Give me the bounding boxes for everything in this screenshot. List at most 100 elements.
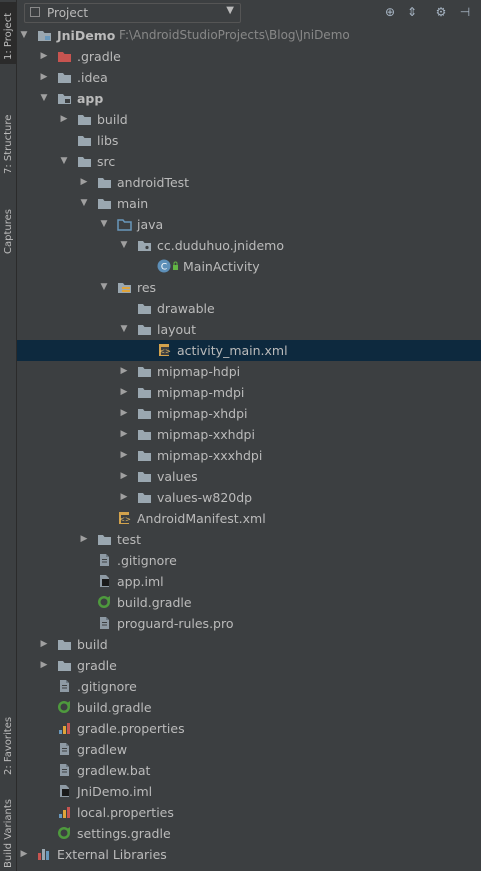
tree-item-label: mipmap-xxxhdpi [157, 448, 263, 463]
tree-row[interactable]: drawable [17, 298, 481, 319]
tree-row[interactable]: ▶ mipmap-xxxhdpi [17, 445, 481, 466]
tree-item-label: test [117, 532, 142, 547]
tree-row[interactable]: proguard-rules.pro [17, 613, 481, 634]
tab-build-variants[interactable]: Build Variants [0, 799, 16, 870]
tree-row[interactable]: libs [17, 130, 481, 151]
view-selector[interactable]: Project ▼ [24, 3, 241, 23]
tab-favorites[interactable]: 2: Favorites [0, 705, 16, 777]
tree-row[interactable]: ▼ main [17, 193, 481, 214]
folder-icon [57, 637, 72, 651]
tree-row[interactable]: ▼ src [17, 151, 481, 172]
tree-row[interactable]: <> activity_main.xml [17, 340, 481, 361]
collapse-arrow-icon[interactable]: ▶ [119, 487, 129, 508]
collapse-arrow-icon[interactable]: ▶ [119, 361, 129, 382]
tree-row[interactable]: .gitignore [17, 676, 481, 697]
collapse-arrow-icon[interactable]: ▶ [119, 424, 129, 445]
tree-row[interactable]: ▶ External Libraries [17, 844, 481, 865]
view-selector-label: Project [47, 6, 89, 20]
class-icon: C [157, 259, 178, 273]
expand-arrow-icon[interactable]: ▼ [79, 193, 89, 214]
tree-row[interactable]: build.gradle [17, 592, 481, 613]
tab-structure[interactable]: 7: Structure [0, 100, 16, 176]
tree-row[interactable]: build.gradle [17, 697, 481, 718]
tree-row[interactable]: ▶ mipmap-mdpi [17, 382, 481, 403]
tab-build-variants-label: Build Variants [3, 799, 14, 868]
tree-row[interactable]: ▶ values-w820dp [17, 487, 481, 508]
tree-row[interactable]: <> AndroidManifest.xml [17, 508, 481, 529]
iml-file-icon [97, 574, 112, 588]
tree-row[interactable]: gradle.properties [17, 718, 481, 739]
locate-icon[interactable]: ⊕ [382, 4, 398, 20]
settings-icon[interactable]: ⚙ [433, 4, 449, 20]
tab-captures[interactable]: Captures [0, 196, 16, 258]
tree-item-label: drawable [157, 301, 215, 316]
iml-file-icon [57, 784, 72, 798]
tree-row[interactable]: C MainActivity [17, 256, 481, 277]
collapse-arrow-icon[interactable]: ▶ [79, 529, 89, 550]
tree-row[interactable]: gradlew.bat [17, 760, 481, 781]
collapse-arrow-icon[interactable]: ▶ [119, 466, 129, 487]
tool-window-strip: 1: Project 7: Structure Captures 2: Favo… [0, 0, 17, 871]
text-file-icon [57, 679, 72, 693]
tree-row[interactable]: ▶ mipmap-xxhdpi [17, 424, 481, 445]
package-icon [137, 238, 152, 252]
collapse-arrow-icon[interactable]: ▶ [79, 172, 89, 193]
collapse-arrow-icon[interactable]: ▶ [39, 67, 49, 88]
collapse-arrow-icon[interactable]: ▶ [19, 844, 29, 865]
tree-row[interactable]: ▶ .gradle [17, 46, 481, 67]
tree-row[interactable]: ▼ java [17, 214, 481, 235]
expand-arrow-icon[interactable]: ▼ [39, 88, 49, 109]
properties-file-icon [57, 805, 72, 819]
expand-arrow-icon[interactable]: ▼ [99, 277, 109, 298]
tree-row[interactable]: ▶ build [17, 634, 481, 655]
svg-text:<>: <> [159, 348, 171, 356]
tree-row[interactable]: app.iml [17, 571, 481, 592]
tree-row[interactable]: ▼ cc.duduhuo.jnidemo [17, 235, 481, 256]
chevron-down-icon: ▼ [226, 5, 234, 16]
tree-row[interactable]: local.properties [17, 802, 481, 823]
tree-row[interactable]: ▶ androidTest [17, 172, 481, 193]
tree-row[interactable]: ▶ values [17, 466, 481, 487]
collapse-arrow-icon[interactable]: ▶ [39, 655, 49, 676]
folder-icon [137, 301, 152, 315]
tree-item-label: JniDemo.iml [77, 784, 153, 799]
collapse-all-icon[interactable]: ⇕ [404, 4, 420, 20]
tree-row[interactable]: ▼ layout [17, 319, 481, 340]
tree-item-label: java [137, 217, 164, 232]
tree-row[interactable]: ▶ test [17, 529, 481, 550]
tree-row[interactable]: ▶ gradle [17, 655, 481, 676]
expand-arrow-icon[interactable]: ▼ [59, 151, 69, 172]
collapse-arrow-icon[interactable]: ▶ [119, 382, 129, 403]
tree-item-label: gradlew [77, 742, 128, 757]
tree-row[interactable]: JniDemo.iml [17, 781, 481, 802]
svg-text:<>: <> [119, 516, 131, 524]
expand-arrow-icon[interactable]: ▼ [19, 25, 29, 46]
tree-item-label: mipmap-xhdpi [157, 406, 248, 421]
collapse-arrow-icon[interactable]: ▶ [39, 46, 49, 67]
folder-icon [137, 448, 152, 462]
tree-item-label: libs [97, 133, 119, 148]
tree-row[interactable]: ▼ res [17, 277, 481, 298]
hide-icon[interactable]: ⊣ [457, 4, 473, 20]
tree-row[interactable]: ▶ .idea [17, 67, 481, 88]
tree-row[interactable]: ▼ JniDemo F:\AndroidStudioProjects\Blog\Jn… [17, 25, 481, 46]
expand-arrow-icon[interactable]: ▼ [119, 319, 129, 340]
folder-icon [137, 364, 152, 378]
expand-arrow-icon[interactable]: ▼ [119, 235, 129, 256]
tree-row[interactable]: ▶ mipmap-hdpi [17, 361, 481, 382]
tree-row[interactable]: .gitignore [17, 550, 481, 571]
tree-row[interactable]: ▶ build [17, 109, 481, 130]
tree-item-label: app.iml [117, 574, 164, 589]
text-file-icon [57, 742, 72, 756]
tree-row[interactable]: ▶ mipmap-xhdpi [17, 403, 481, 424]
collapse-arrow-icon[interactable]: ▶ [119, 445, 129, 466]
expand-arrow-icon[interactable]: ▼ [99, 214, 109, 235]
tree-row[interactable]: gradlew [17, 739, 481, 760]
collapse-arrow-icon[interactable]: ▶ [39, 634, 49, 655]
tree-row[interactable]: ▼ app [17, 88, 481, 109]
tree-item-label: build.gradle [77, 700, 152, 715]
collapse-arrow-icon[interactable]: ▶ [119, 403, 129, 424]
tab-project[interactable]: 1: Project [0, 2, 16, 64]
tree-row[interactable]: settings.gradle [17, 823, 481, 844]
collapse-arrow-icon[interactable]: ▶ [59, 109, 69, 130]
